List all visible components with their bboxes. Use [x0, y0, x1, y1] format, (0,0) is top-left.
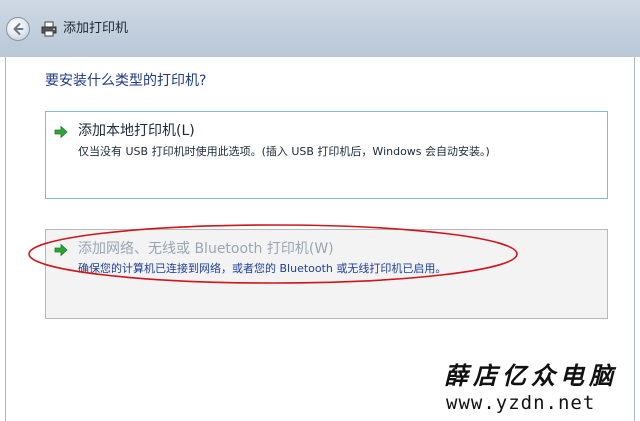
printer-icon: [41, 21, 57, 37]
watermark: 薛店亿众电脑 www.yzdn.net: [444, 362, 634, 418]
title-bar: 添加打印机: [0, 0, 640, 57]
green-arrow-icon: [54, 125, 68, 139]
watermark-name: 薛店亿众电脑: [444, 361, 618, 390]
back-arrow-icon: [13, 23, 24, 35]
add-local-printer-option[interactable]: 添加本地打印机(L) 仅当没有 USB 打印机时使用此选项。(插入 USB 打印…: [45, 111, 608, 199]
local-printer-description: 仅当没有 USB 打印机时使用此选项。(插入 USB 打印机后，Windows …: [78, 145, 490, 158]
page-question: 要安装什么类型的打印机?: [45, 73, 207, 89]
watermark-url: www.yzdn.net: [446, 392, 596, 414]
network-printer-description: 确保您的计算机已连接到网络，或者您的 Bluetooth 或无线打印机已启用。: [78, 262, 447, 275]
window-title: 添加打印机: [63, 21, 129, 36]
add-network-printer-option[interactable]: 添加网络、无线或 Bluetooth 打印机(W) 确保您的计算机已连接到网络，…: [45, 229, 608, 319]
green-arrow-icon: [54, 243, 68, 257]
local-printer-title: 添加本地打印机(L): [78, 123, 195, 139]
back-button[interactable]: [6, 17, 30, 41]
network-printer-title: 添加网络、无线或 Bluetooth 打印机(W): [78, 241, 334, 257]
